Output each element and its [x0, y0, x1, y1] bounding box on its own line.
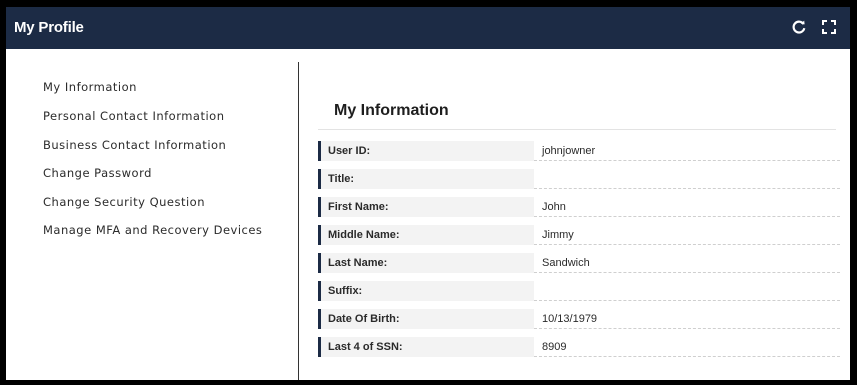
field-value-ssn-last4: 8909 — [534, 337, 840, 357]
sidebar-item-change-password[interactable]: Change Password — [43, 166, 152, 180]
sidebar-item-manage-mfa[interactable]: Manage MFA and Recovery Devices — [43, 223, 262, 237]
field-label-middle-name: Middle Name: — [318, 225, 534, 245]
sidebar: My Information Personal Contact Informat… — [6, 62, 299, 380]
field-value-middle-name: Jimmy — [534, 225, 840, 245]
field-label-ssn-last4: Last 4 of SSN: — [318, 337, 534, 357]
table-row: Suffix: — [318, 277, 840, 305]
profile-window: My Profile My Information Personal Conta… — [6, 7, 850, 380]
header-bar: My Profile — [6, 7, 850, 49]
page-title: My Profile — [14, 19, 84, 36]
section-divider — [318, 129, 836, 130]
sidebar-item-personal-contact[interactable]: Personal Contact Information — [43, 109, 225, 123]
sidebar-item-change-security-question[interactable]: Change Security Question — [43, 195, 205, 209]
field-value-suffix — [534, 281, 840, 301]
field-label-suffix: Suffix: — [318, 281, 534, 301]
field-value-last-name: Sandwich — [534, 253, 840, 273]
field-value-first-name: John — [534, 197, 840, 217]
fullscreen-icon[interactable] — [820, 18, 838, 36]
main-content: My Information User ID: johnjowner Title… — [299, 49, 850, 380]
field-value-date-of-birth: 10/13/1979 — [534, 309, 840, 329]
refresh-icon[interactable] — [790, 18, 808, 36]
table-row: Middle Name: Jimmy — [318, 221, 840, 249]
field-label-title: Title: — [318, 169, 534, 189]
table-row: Title: — [318, 165, 840, 193]
table-row: First Name: John — [318, 193, 840, 221]
info-table: User ID: johnjowner Title: First Name: J… — [318, 137, 840, 361]
table-row: Last Name: Sandwich — [318, 249, 840, 277]
field-label-first-name: First Name: — [318, 197, 534, 217]
table-row: Last 4 of SSN: 8909 — [318, 333, 840, 361]
field-value-title — [534, 169, 840, 189]
field-label-user-id: User ID: — [318, 141, 534, 161]
table-row: User ID: johnjowner — [318, 137, 840, 165]
table-row: Date Of Birth: 10/13/1979 — [318, 305, 840, 333]
section-title: My Information — [334, 102, 449, 119]
field-value-user-id: johnjowner — [534, 141, 840, 161]
sidebar-item-my-information[interactable]: My Information — [43, 80, 137, 94]
field-label-last-name: Last Name: — [318, 253, 534, 273]
field-label-date-of-birth: Date Of Birth: — [318, 309, 534, 329]
sidebar-item-business-contact[interactable]: Business Contact Information — [43, 138, 226, 152]
